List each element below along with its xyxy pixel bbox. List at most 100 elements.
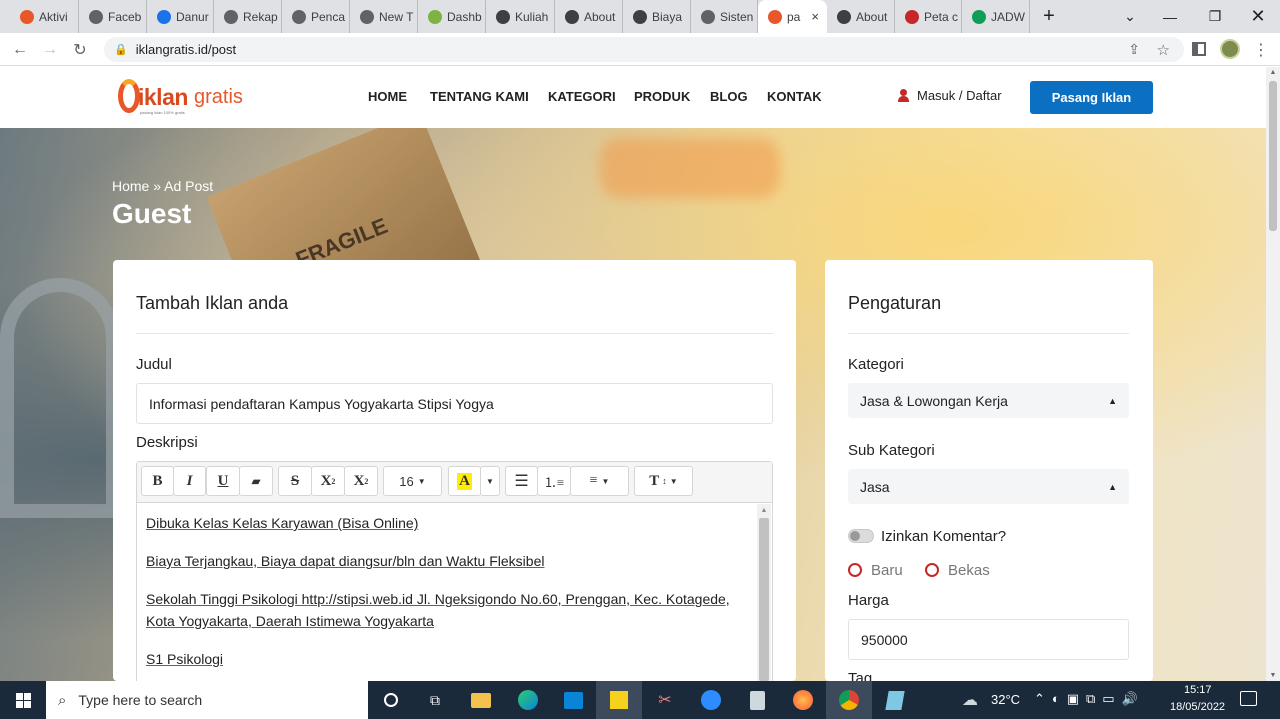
close-tab-icon[interactable]: × [811, 9, 819, 24]
browser-tab[interactable]: Penca [282, 0, 350, 33]
condition-new-label: Baru [871, 562, 903, 579]
numbered-list-icon[interactable]: ⒈≡ [537, 466, 571, 496]
underline-button[interactable]: U [206, 466, 240, 496]
condition-used-radio[interactable] [925, 563, 939, 577]
price-input[interactable]: 950000 [848, 619, 1129, 660]
chevron-down-icon: ▼ [601, 476, 610, 486]
nav-home[interactable]: HOME [368, 89, 407, 104]
description-paragraph: Biaya Terjangkau, Biaya dapat diangsur/b… [146, 553, 545, 569]
browser-tab[interactable]: Sisten [691, 0, 758, 33]
page-scrollbar[interactable]: ▲ ▼ [1266, 67, 1280, 681]
snip-icon[interactable]: ✂ [642, 681, 688, 719]
nav-kontak[interactable]: KONTAK [767, 89, 822, 104]
restore-icon[interactable]: ❐ [1195, 0, 1235, 33]
notification-icon[interactable] [1240, 691, 1257, 706]
subscript-button[interactable]: X2 [344, 466, 378, 496]
minimize-icon[interactable]: — [1150, 0, 1190, 33]
browser-tab-active[interactable]: pa × [758, 0, 827, 33]
chrome-menu-icon[interactable]: ⋮ [1250, 39, 1272, 61]
category-select[interactable]: Jasa & Lowongan Kerja ▲ [848, 383, 1129, 418]
scrollbar-thumb[interactable] [759, 518, 769, 681]
windows-start-icon[interactable] [0, 681, 46, 719]
highlight-button[interactable]: A [448, 466, 481, 496]
browser-tab[interactable]: Biaya [623, 0, 691, 33]
logo-tagline: pasang iklan 100% gratis [140, 110, 185, 115]
editor-content[interactable]: Dibuka Kelas Kelas Karyawan (Bisa Online… [146, 512, 746, 681]
tab-search-icon[interactable]: ⌄ [1110, 0, 1150, 33]
browser-tab[interactable]: Danur [147, 0, 214, 33]
tab-favicon-icon [496, 9, 510, 24]
subcategory-select[interactable]: Jasa ▲ [848, 469, 1129, 504]
italic-button[interactable]: I [173, 466, 206, 496]
new-tab-button[interactable]: + [1038, 5, 1060, 27]
scrollbar-thumb[interactable] [1269, 81, 1277, 231]
site-logo[interactable]: iklan gratis pasang iklan 100% gratis [118, 77, 258, 119]
title-input[interactable]: Informasi pendaftaran Kampus Yogyakarta … [136, 383, 773, 424]
share-icon[interactable]: ⇪ [1128, 41, 1140, 58]
text-style-dropdown[interactable]: T ↕ ▼ [634, 466, 693, 496]
scroll-up-icon[interactable]: ▲ [757, 507, 771, 514]
side-panel-icon[interactable] [1192, 42, 1206, 56]
chrome-icon[interactable] [826, 681, 872, 719]
font-size-dropdown[interactable]: 16 ▼ [383, 466, 442, 496]
taskbar-search-box[interactable]: ⌕ Type here to search [46, 681, 368, 719]
profile-avatar[interactable] [1220, 39, 1240, 59]
url-field[interactable]: 🔒 iklangratis.id/post ⇪ ☆ [104, 37, 1184, 62]
weather-icon[interactable]: ☁ [962, 690, 978, 710]
clock-time[interactable]: 15:17 [1184, 684, 1212, 696]
strikethrough-button[interactable]: S [278, 466, 312, 496]
nav-produk[interactable]: PRODUK [634, 89, 690, 104]
store-icon[interactable] [550, 681, 596, 719]
nav-tentang-kami[interactable]: TENTANG KAMI [430, 89, 529, 104]
browser-tab[interactable]: About [555, 0, 623, 33]
close-window-icon[interactable]: ✕ [1238, 0, 1278, 33]
browser-tab[interactable]: JADW [962, 0, 1030, 33]
highlight-dropdown[interactable]: ▼ [480, 466, 500, 496]
scroll-down-icon[interactable]: ▼ [1266, 672, 1280, 679]
nav-blog[interactable]: BLOG [710, 89, 748, 104]
file-explorer-icon[interactable] [458, 681, 504, 719]
bullet-list-icon[interactable]: ☰ [505, 466, 538, 496]
sticky-notes-icon[interactable] [596, 681, 642, 719]
browser-tab[interactable]: Kuliah [486, 0, 555, 33]
breadcrumb-home[interactable]: Home [112, 178, 149, 194]
condition-new-radio[interactable] [848, 563, 862, 577]
browser-tab[interactable]: Peta c [895, 0, 962, 33]
bookmark-star-icon[interactable]: ☆ [1157, 41, 1170, 59]
comments-toggle[interactable] [848, 529, 874, 543]
reload-icon[interactable]: ↻ [69, 39, 91, 61]
editor-scrollbar[interactable]: ▲ [757, 504, 771, 681]
bold-button[interactable]: B [141, 466, 174, 496]
browser-tab[interactable]: Aktivi [10, 0, 79, 33]
browser-tab[interactable]: New T [350, 0, 418, 33]
browser-tab[interactable]: Dashb [418, 0, 486, 33]
post-ad-button[interactable]: Pasang Iklan [1030, 81, 1153, 114]
firefox-icon[interactable] [780, 681, 826, 719]
description-label: Deskripsi [136, 434, 198, 451]
scroll-up-icon[interactable]: ▲ [1266, 69, 1280, 76]
browser-tab[interactable]: Rekap [214, 0, 282, 33]
chevron-down-icon: ▼ [417, 476, 426, 486]
superscript-button[interactable]: X2 [311, 466, 345, 496]
title-label: Judul [136, 356, 172, 373]
nav-kategori[interactable]: KATEGORI [548, 89, 616, 104]
text-style-letter: T [649, 472, 660, 489]
calculator-icon[interactable] [734, 681, 780, 719]
browser-tab[interactable]: Faceb [79, 0, 147, 33]
tab-label: Peta c [924, 9, 959, 24]
clock-date[interactable]: 18/05/2022 [1170, 701, 1225, 713]
temperature-text[interactable]: 32°C [991, 692, 1020, 707]
login-link[interactable]: Masuk / Daftar [898, 88, 1002, 103]
forward-icon[interactable]: → [39, 39, 61, 61]
edge-icon[interactable] [505, 681, 551, 719]
system-tray-icons[interactable]: ⌃◐▣⧉▭🔊 [1034, 691, 1145, 707]
tab-favicon-icon [768, 9, 782, 24]
notepad-icon[interactable] [872, 681, 918, 719]
align-dropdown[interactable]: ≡ ▼ [570, 466, 629, 496]
task-view-icon[interactable]: ⧉ [412, 681, 458, 719]
cortana-icon[interactable] [368, 681, 414, 719]
browser-tab[interactable]: About [827, 0, 895, 33]
back-icon[interactable]: ← [9, 39, 31, 61]
zoom-icon[interactable] [688, 681, 734, 719]
eraser-icon[interactable]: ▰ [239, 466, 273, 496]
